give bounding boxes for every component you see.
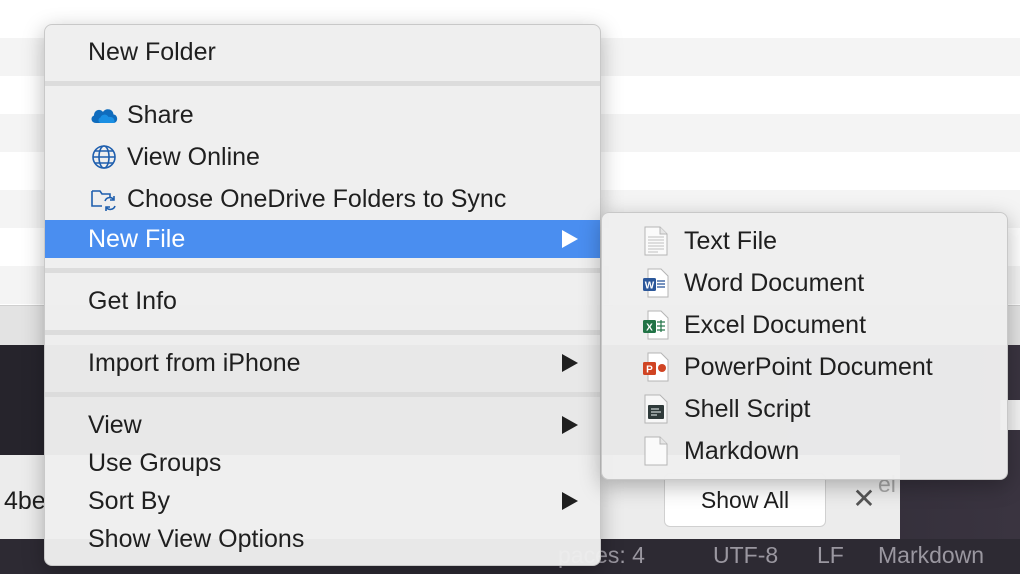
menu-item-view-online[interactable]: View Online [45,138,600,176]
new-file-submenu: Text File W Word Document X Excel Docume… [601,212,1008,480]
status-line-ending[interactable]: LF [817,542,844,569]
submenu-item-label: Markdown [684,436,800,465]
globe-icon [89,144,119,170]
menu-item-new-file[interactable]: New File [45,220,600,258]
text-file-icon [642,225,670,257]
svg-text:X: X [646,323,653,334]
partial-filename-text: 4be [4,487,46,515]
menu-item-label: Show View Options [88,524,305,553]
menu-item-show-view-options[interactable]: Show View Options [45,520,600,558]
shell-script-icon [642,393,670,425]
submenu-arrow-icon [562,416,578,434]
submenu-item-word-document[interactable]: W Word Document [602,264,1007,302]
excel-document-icon: X [642,309,670,341]
menu-item-import-from-iphone[interactable]: Import from iPhone [45,344,600,382]
submenu-arrow-icon [562,354,578,372]
folder-sync-icon [89,186,119,212]
submenu-item-excel-document[interactable]: X Excel Document [602,306,1007,344]
submenu-item-markdown[interactable]: Markdown [602,432,1007,470]
menu-separator [45,330,600,335]
status-encoding[interactable]: UTF-8 [713,542,778,569]
menu-item-label: Use Groups [88,448,222,477]
context-menu: New Folder Share View Online Choose OneD… [44,24,601,566]
submenu-item-powerpoint-document[interactable]: P PowerPoint Document [602,348,1007,386]
menu-item-label: View [88,410,142,439]
menu-item-get-info[interactable]: Get Info [45,282,600,320]
menu-item-choose-onedrive-folders[interactable]: Choose OneDrive Folders to Sync [45,180,600,218]
powerpoint-document-icon: P [642,351,670,383]
menu-item-share[interactable]: Share [45,96,600,134]
menu-item-view[interactable]: View [45,406,600,444]
submenu-item-label: Shell Script [684,394,811,423]
menu-item-label: View Online [127,142,260,171]
menu-item-sort-by[interactable]: Sort By [45,482,600,520]
menu-item-label: Sort By [88,486,170,515]
menu-item-label: New File [88,224,186,253]
onedrive-cloud-icon [89,102,119,128]
menu-item-new-folder[interactable]: New Folder [45,33,600,71]
submenu-arrow-icon [562,230,578,248]
menu-item-label: Get Info [88,286,177,315]
menu-separator [45,81,600,86]
submenu-item-label: Excel Document [684,310,867,339]
submenu-item-label: Text File [684,226,778,255]
menu-item-label: Choose OneDrive Folders to Sync [127,184,507,213]
status-language[interactable]: Markdown [878,542,984,569]
submenu-arrow-icon [562,492,578,510]
menu-separator [45,268,600,273]
word-document-icon: W [642,267,670,299]
menu-item-label: Share [127,100,194,129]
menu-item-label: Import from iPhone [88,348,301,377]
close-icon[interactable]: ✕ [850,482,878,516]
submenu-item-text-file[interactable]: Text File [602,222,1007,260]
svg-text:W: W [645,281,655,292]
menu-item-use-groups[interactable]: Use Groups [45,444,600,482]
menu-separator [45,392,600,397]
show-all-button[interactable]: Show All [664,473,826,527]
submenu-item-shell-script[interactable]: Shell Script [602,390,1007,428]
submenu-item-label: PowerPoint Document [684,352,933,381]
svg-text:P: P [646,365,653,376]
menu-item-label: New Folder [88,37,216,66]
screen: 4be Show All ✕ el paces: 4 UTF-8 LF Mark… [0,0,1020,574]
submenu-item-label: Word Document [684,268,865,297]
markdown-file-icon [642,435,670,467]
